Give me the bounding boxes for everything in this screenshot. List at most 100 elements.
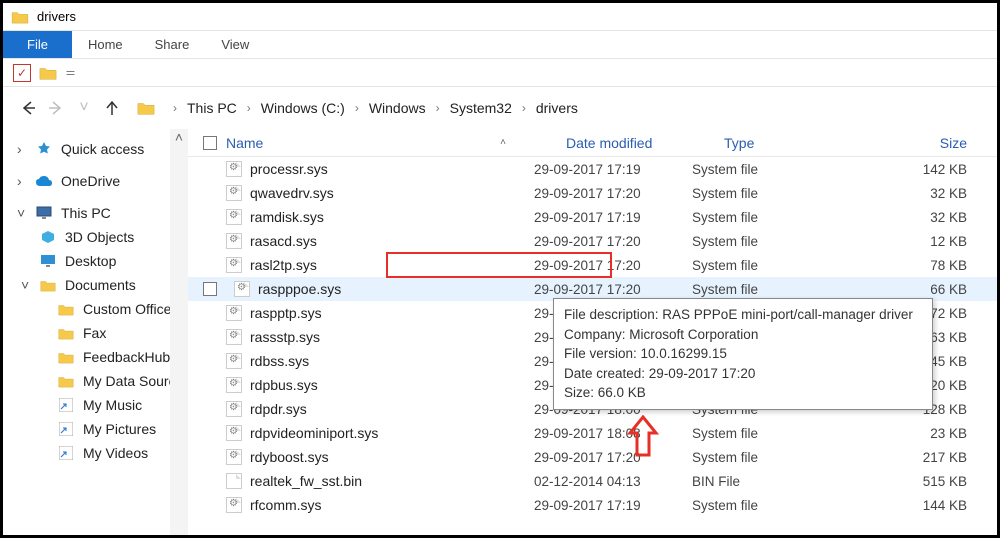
sidebar-scrollbar[interactable]: ˄ [170, 129, 188, 535]
column-headers: Name˄ Date modified Type Size [188, 129, 997, 157]
chevron-down-icon[interactable]: ˅ [21, 277, 31, 293]
forward-button[interactable] [47, 99, 65, 117]
select-all-checkbox[interactable] [194, 136, 226, 150]
column-header-date[interactable]: Date modified [566, 135, 724, 151]
navigation-pane: ˄ › Quick access › OneDrive ˅ This PC 3D… [3, 129, 188, 535]
chevron-right-icon[interactable]: › [241, 101, 257, 115]
chevron-right-icon[interactable]: › [17, 173, 27, 189]
sidebar-item-custom-office[interactable]: Custom Office [17, 297, 188, 321]
folder-icon [39, 277, 57, 293]
qat-checkbox-icon[interactable] [13, 64, 31, 82]
sidebar-item-label: 3D Objects [65, 229, 134, 245]
shortcut-icon [57, 397, 75, 413]
sidebar-item-my-pictures[interactable]: My Pictures [17, 417, 188, 441]
file-name: rdpdr.sys [250, 401, 307, 417]
up-button[interactable] [103, 99, 121, 117]
title-bar: drivers [3, 3, 997, 31]
sidebar-item-label: This PC [61, 205, 111, 221]
file-tooltip: File description: RAS PPPoE mini-port/ca… [553, 298, 933, 410]
file-name: realtek_fw_sst.bin [250, 473, 362, 489]
breadcrumb-segment[interactable]: This PC [187, 100, 237, 116]
file-icon [226, 257, 242, 273]
column-header-name[interactable]: Name˄ [226, 135, 566, 151]
row-checkbox[interactable] [203, 282, 217, 296]
file-type: System file [692, 210, 840, 225]
file-icon [234, 281, 250, 297]
table-row[interactable]: rdyboost.sys29-09-2017 17:20System file2… [188, 445, 997, 469]
file-name: ramdisk.sys [250, 209, 324, 225]
sidebar-item-label: Custom Office [83, 301, 171, 317]
folder-icon[interactable] [39, 65, 57, 81]
recent-dropdown-icon[interactable]: ˅ [75, 99, 93, 117]
file-size: 66 KB [840, 282, 997, 297]
chevron-right-icon[interactable]: › [430, 101, 446, 115]
folder-icon [57, 373, 75, 389]
table-row[interactable]: processr.sys29-09-2017 17:19System file1… [188, 157, 997, 181]
file-date: 29-09-2017 17:20 [534, 282, 692, 297]
file-date: 29-09-2017 17:20 [534, 186, 692, 201]
sidebar-item-feedbackhub[interactable]: FeedbackHub [17, 345, 188, 369]
file-icon [226, 161, 242, 177]
chevron-right-icon[interactable]: › [349, 101, 365, 115]
sidebar-item-my-music[interactable]: My Music [17, 393, 188, 417]
sidebar-item-onedrive[interactable]: › OneDrive [17, 169, 188, 193]
file-date: 02-12-2014 04:13 [534, 474, 692, 489]
tab-home[interactable]: Home [72, 31, 139, 58]
sidebar-item-documents[interactable]: ˅Documents [17, 273, 188, 297]
file-size: 23 KB [840, 426, 997, 441]
sidebar-item-my-videos[interactable]: My Videos [17, 441, 188, 465]
sidebar-item-this-pc[interactable]: ˅ This PC [17, 201, 188, 225]
table-row[interactable]: rfcomm.sys29-09-2017 17:19System file144… [188, 493, 997, 517]
file-icon [226, 233, 242, 249]
scroll-up-icon[interactable]: ˄ [171, 129, 187, 145]
breadcrumb-segment[interactable]: drivers [536, 100, 578, 116]
chevron-right-icon[interactable]: › [17, 141, 27, 157]
breadcrumb-segment[interactable]: Windows (C:) [261, 100, 345, 116]
sidebar-item-my-data-sources[interactable]: My Data Sourc [17, 369, 188, 393]
tooltip-line: File description: RAS PPPoE mini-port/ca… [564, 305, 922, 325]
file-icon [226, 425, 242, 441]
tab-file[interactable]: File [3, 31, 72, 58]
back-button[interactable] [19, 99, 37, 117]
sidebar-item-quick-access[interactable]: › Quick access [17, 137, 188, 161]
file-name: rdpbus.sys [250, 377, 318, 393]
file-date: 29-09-2017 17:19 [534, 162, 692, 177]
column-header-type[interactable]: Type [724, 135, 872, 151]
file-size: 78 KB [840, 258, 997, 273]
breadcrumb[interactable]: › This PC › Windows (C:) › Windows › Sys… [167, 100, 578, 116]
window-title: drivers [37, 9, 76, 24]
chevron-down-icon[interactable]: ˅ [17, 205, 27, 221]
table-row[interactable]: rdpvideominiport.sys29-09-2017 18:08Syst… [188, 421, 997, 445]
shortcut-icon [57, 445, 75, 461]
sidebar-item-3d-objects[interactable]: 3D Objects [17, 225, 188, 249]
tab-share[interactable]: Share [139, 31, 206, 58]
table-row[interactable]: ramdisk.sys29-09-2017 17:19System file32… [188, 205, 997, 229]
table-row[interactable]: realtek_fw_sst.bin02-12-2014 04:13BIN Fi… [188, 469, 997, 493]
file-date: 29-09-2017 17:19 [534, 498, 692, 513]
chevron-right-icon[interactable]: › [516, 101, 532, 115]
file-size: 12 KB [840, 234, 997, 249]
file-size: 32 KB [840, 186, 997, 201]
tab-view[interactable]: View [205, 31, 265, 58]
file-name: qwavedrv.sys [250, 185, 334, 201]
qat-dropdown-icon[interactable]: ＝ [65, 65, 76, 81]
tooltip-line: Size: 66.0 KB [564, 383, 922, 403]
folder-icon [11, 9, 29, 25]
star-icon [35, 141, 53, 157]
chevron-right-icon[interactable]: › [167, 101, 183, 115]
file-size: 217 KB [840, 450, 997, 465]
column-header-size[interactable]: Size [872, 135, 997, 151]
file-type: System file [692, 282, 840, 297]
breadcrumb-segment[interactable]: Windows [369, 100, 426, 116]
table-row[interactable]: qwavedrv.sys29-09-2017 17:20System file3… [188, 181, 997, 205]
tooltip-line: Date created: 29-09-2017 17:20 [564, 364, 922, 384]
breadcrumb-segment[interactable]: System32 [450, 100, 512, 116]
table-row[interactable]: rasl2tp.sys29-09-2017 17:20System file78… [188, 253, 997, 277]
file-type: System file [692, 162, 840, 177]
annotation-arrow-icon [626, 415, 660, 457]
folder-icon [57, 349, 75, 365]
sidebar-item-desktop[interactable]: Desktop [17, 249, 188, 273]
sidebar-item-fax[interactable]: Fax [17, 321, 188, 345]
file-type: System file [692, 450, 840, 465]
table-row[interactable]: rasacd.sys29-09-2017 17:20System file12 … [188, 229, 997, 253]
